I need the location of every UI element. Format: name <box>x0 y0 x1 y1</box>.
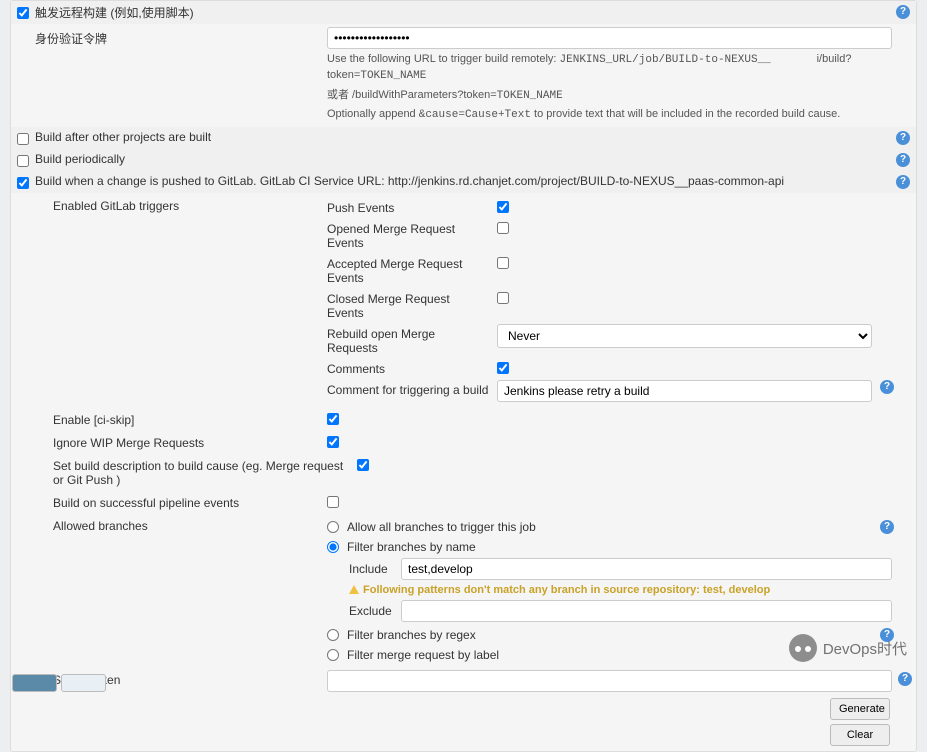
footer-tabs <box>12 674 106 692</box>
remote-hint-1: Use the following URL to trigger build r… <box>327 52 892 85</box>
push-events-checkbox[interactable] <box>497 201 509 213</box>
comments-label: Comments <box>327 359 497 376</box>
opened-mr-label: Opened Merge Request Events <box>327 219 497 250</box>
exclude-input[interactable] <box>401 600 892 622</box>
help-icon[interactable]: ? <box>896 153 910 167</box>
watermark: DevOps时代 <box>789 634 907 662</box>
allowed-branches-label: Allowed branches <box>17 516 327 533</box>
allow-all-label: Allow all branches to trigger this job <box>347 518 536 534</box>
filter-regex-radio[interactable] <box>327 629 339 641</box>
accepted-mr-checkbox[interactable] <box>497 257 509 269</box>
accepted-mr-label: Accepted Merge Request Events <box>327 254 497 285</box>
push-events-label: Push Events <box>327 198 497 215</box>
secret-token-input[interactable] <box>327 670 892 692</box>
filter-name-radio[interactable] <box>327 541 339 553</box>
help-icon[interactable]: ? <box>896 5 910 19</box>
build-pipeline-label: Build on successful pipeline events <box>17 493 327 510</box>
gitlab-label: Build when a change is pushed to GitLab.… <box>35 174 910 188</box>
footer-tab-active[interactable] <box>12 674 57 692</box>
generate-button[interactable]: Generate <box>830 698 890 720</box>
wechat-icon <box>789 634 817 662</box>
comment-trigger-input[interactable] <box>497 380 872 402</box>
ci-skip-label: Enable [ci-skip] <box>17 410 327 427</box>
gitlab-checkbox[interactable] <box>17 177 29 189</box>
set-desc-label: Set build description to build cause (eg… <box>17 456 357 487</box>
help-icon[interactable]: ? <box>880 520 894 534</box>
exclude-label: Exclude <box>349 604 393 618</box>
footer-tab-inactive[interactable] <box>61 674 106 692</box>
help-icon[interactable]: ? <box>880 380 894 394</box>
trigger-remote-label: 触发远程构建 (例如,使用脚本) <box>35 4 194 21</box>
branch-warning: Following patterns don't match any branc… <box>349 582 892 598</box>
build-after-checkbox[interactable] <box>17 133 29 145</box>
include-label: Include <box>349 562 393 576</box>
warning-icon <box>349 585 359 594</box>
help-icon[interactable]: ? <box>896 131 910 145</box>
closed-mr-label: Closed Merge Request Events <box>327 289 497 320</box>
trigger-remote-checkbox[interactable] <box>17 7 29 19</box>
auth-token-input[interactable] <box>327 27 892 49</box>
filter-regex-label: Filter branches by regex <box>347 626 476 642</box>
enabled-triggers-label: Enabled GitLab triggers <box>17 196 327 213</box>
include-input[interactable] <box>401 558 892 580</box>
allow-all-radio[interactable] <box>327 521 339 533</box>
help-icon[interactable]: ? <box>898 672 912 686</box>
filter-label-radio[interactable] <box>327 649 339 661</box>
help-icon[interactable]: ? <box>896 175 910 189</box>
closed-mr-checkbox[interactable] <box>497 292 509 304</box>
comment-trigger-label: Comment for triggering a build <box>327 380 497 397</box>
filter-label-label: Filter merge request by label <box>347 646 499 662</box>
rebuild-mr-select[interactable]: Never <box>497 324 872 348</box>
build-periodically-label: Build periodically <box>35 152 125 166</box>
build-after-label: Build after other projects are built <box>35 130 211 144</box>
build-periodically-checkbox[interactable] <box>17 155 29 167</box>
filter-name-label: Filter branches by name <box>347 538 476 554</box>
build-pipeline-checkbox[interactable] <box>327 496 339 508</box>
remote-hint-3: Optionally append &cause=Cause+Text to p… <box>327 107 892 123</box>
clear-button[interactable]: Clear <box>830 724 890 746</box>
comments-checkbox[interactable] <box>497 362 509 374</box>
opened-mr-checkbox[interactable] <box>497 222 509 234</box>
rebuild-mr-label: Rebuild open Merge Requests <box>327 324 497 355</box>
auth-token-label: 身份验证令牌 <box>17 27 327 47</box>
ci-skip-checkbox[interactable] <box>327 413 339 425</box>
set-desc-checkbox[interactable] <box>357 459 369 471</box>
ignore-wip-label: Ignore WIP Merge Requests <box>17 433 327 450</box>
ignore-wip-checkbox[interactable] <box>327 436 339 448</box>
remote-hint-2: 或者 /buildWithParameters?token=TOKEN_NAME <box>327 88 892 104</box>
